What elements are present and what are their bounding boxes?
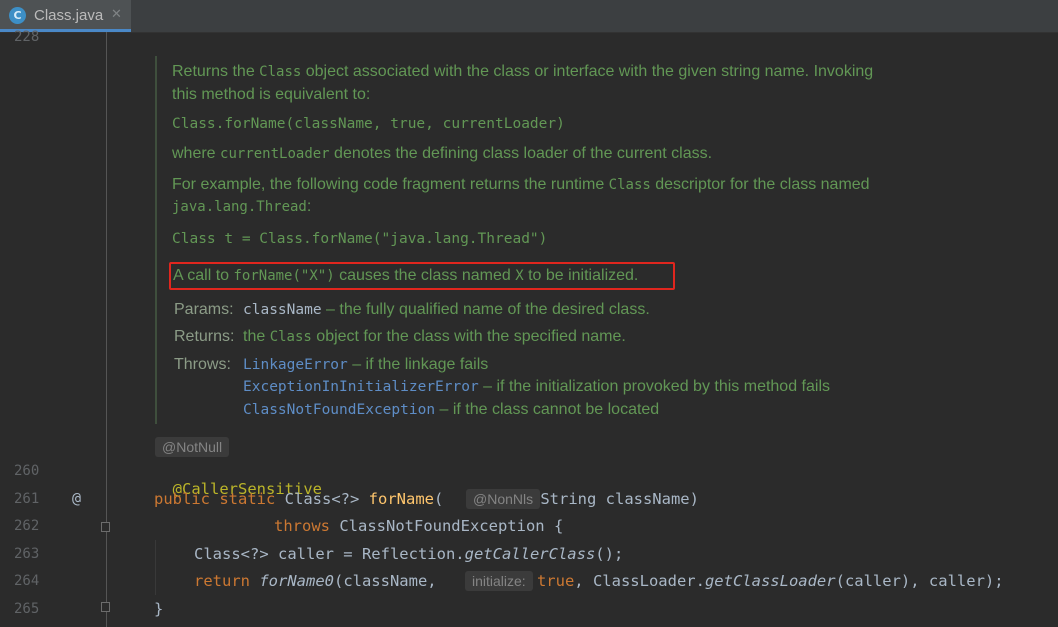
doc-highlighted-sentence: A call to forName("X") causes the class …	[173, 267, 639, 284]
line-number: 228	[14, 29, 40, 45]
doc-code-snippet: Class t = Class.forName("java.lang.Threa…	[172, 231, 548, 247]
doc-params-label: Params:	[174, 301, 234, 318]
exception-link[interactable]: LinkageError	[243, 357, 348, 373]
doc-paragraph: this method is equivalent to:	[172, 86, 371, 103]
doc-throws-label: Throws:	[174, 356, 231, 373]
doc-returns-label: Returns:	[174, 328, 235, 345]
line-number: 261	[14, 491, 40, 507]
indent-guide	[155, 540, 156, 595]
doc-paragraph: Returns the Class object associated with…	[172, 63, 874, 80]
doc-throws-item: ClassNotFoundException – if the class ca…	[243, 401, 660, 418]
line-number: 265	[14, 601, 40, 617]
line-number: 260	[14, 463, 40, 479]
exception-link[interactable]: ExceptionInInitializerError	[243, 379, 479, 395]
doc-returns: the Class object for the class with the …	[243, 328, 626, 345]
doc-throws-item: LinkageError – if the linkage fails	[243, 356, 489, 373]
editor-tab-bar: C Class.java ✕	[0, 0, 1058, 33]
inlay-hint-nonnls: @NonNls	[466, 489, 541, 509]
code-line-262[interactable]: throws ClassNotFoundException {	[274, 517, 563, 535]
doc-code-snippet: Class.forName(className, true, currentLo…	[172, 116, 565, 132]
close-icon[interactable]: ✕	[111, 7, 122, 22]
gutter-divider	[106, 32, 107, 627]
code-line-265[interactable]: }	[154, 600, 163, 618]
doc-paragraph: For example, the following code fragment…	[172, 176, 870, 193]
recursive-call-marker-icon[interactable]: @	[72, 489, 81, 507]
code-line-264[interactable]: return forName0(className, true, ClassLo…	[194, 572, 1004, 590]
doc-params: className – the fully qualified name of …	[243, 301, 650, 318]
doc-throws-item: ExceptionInInitializerError – if the ini…	[243, 378, 830, 395]
line-number: 263	[14, 546, 40, 562]
doc-paragraph: java.lang.Thread:	[172, 198, 312, 215]
inlay-hint-notnull: @NotNull	[155, 437, 230, 457]
doc-paragraph: where currentLoader denotes the defining…	[172, 145, 713, 162]
exception-link[interactable]: ClassNotFoundException	[243, 402, 435, 418]
fold-marker-icon[interactable]	[101, 522, 110, 532]
java-class-icon: C	[9, 7, 26, 24]
tab-label: Class.java	[34, 7, 104, 24]
inlay-hint-initialize: initialize:	[465, 571, 533, 591]
code-line-261[interactable]: public static Class<?> forName(String cl…	[154, 490, 699, 508]
line-number: 262	[14, 518, 40, 534]
fold-marker-icon[interactable]	[101, 602, 110, 612]
code-line-263[interactable]: Class<?> caller = Reflection.getCallerCl…	[194, 545, 623, 563]
tab-class-java[interactable]: C Class.java ✕	[0, 0, 131, 32]
doc-comment-bar	[155, 56, 157, 424]
line-number: 264	[14, 573, 40, 589]
